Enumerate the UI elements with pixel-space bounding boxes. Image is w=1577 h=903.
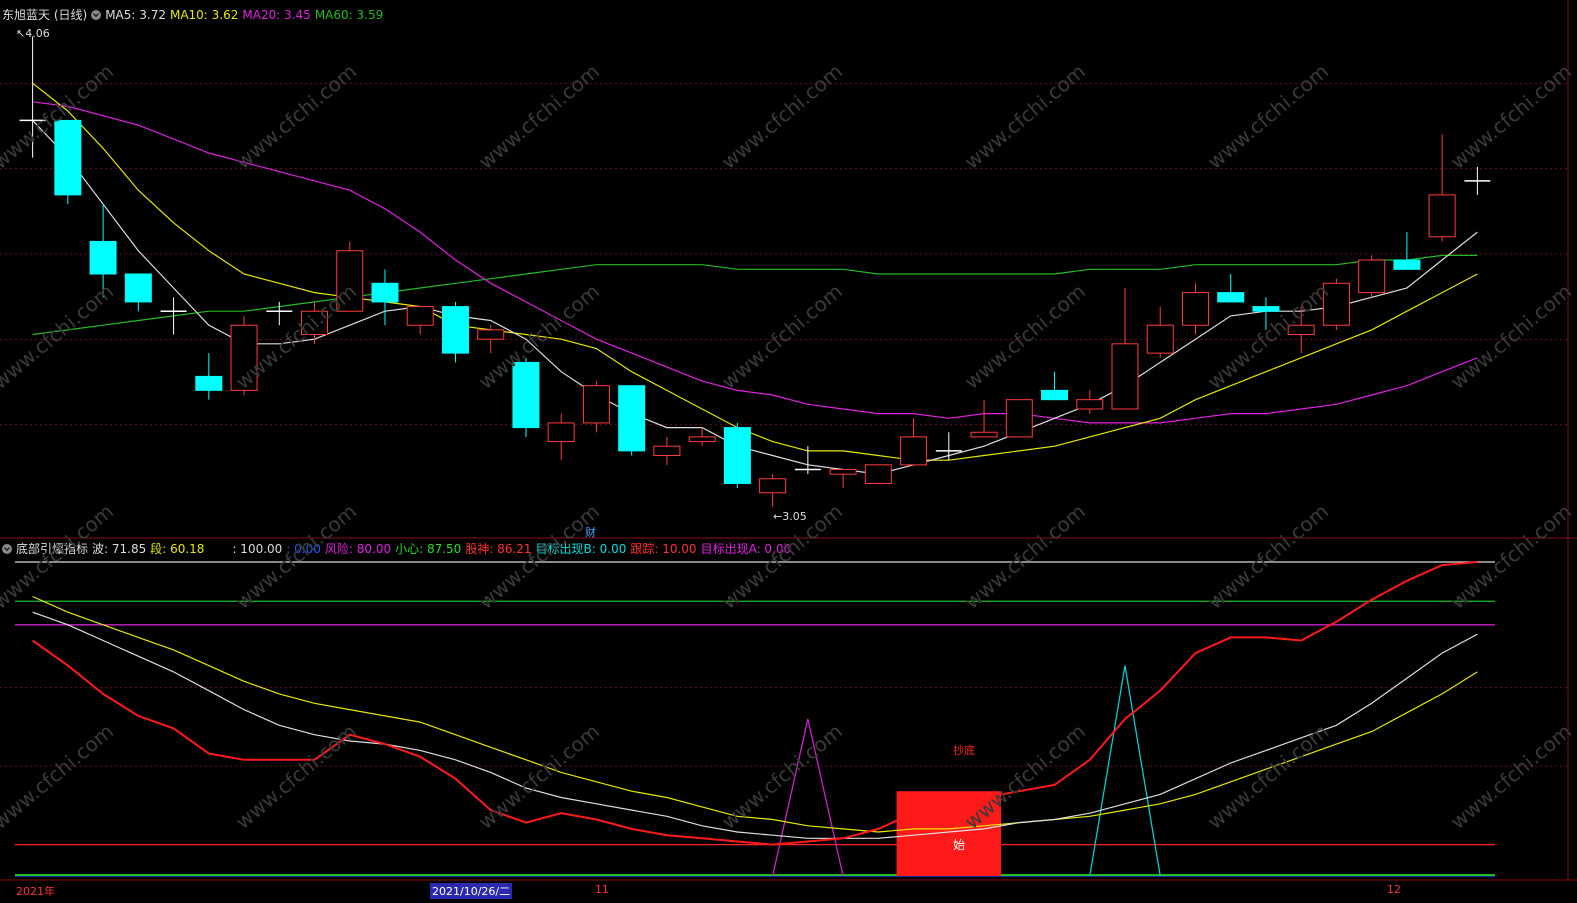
candle-body	[1146, 324, 1174, 354]
candle-body	[653, 445, 681, 457]
candle-body	[1041, 389, 1069, 401]
date-axis-month-12: 12	[1387, 883, 1401, 896]
watermark-text: www.cfchi.com	[474, 499, 604, 614]
watermark-text: www.cfchi.com	[231, 499, 361, 614]
watermark-text: www.cfchi.com	[231, 719, 361, 834]
candle-body	[1076, 399, 1104, 410]
candle-body	[512, 361, 540, 429]
low-price-value: 3.05	[782, 510, 807, 523]
low-price-label: ←3.05	[773, 510, 807, 523]
watermark-text: www.cfchi.com	[0, 279, 118, 394]
candle-body	[1181, 292, 1209, 326]
ma5-line	[32, 119, 1478, 475]
watermark-text: www.cfchi.com	[717, 279, 847, 394]
watermark-text: www.cfchi.com	[0, 499, 118, 614]
watermark-text: www.cfchi.com	[717, 59, 847, 174]
watermark-text: www.cfchi.com	[474, 59, 604, 174]
candle-body	[970, 431, 998, 438]
candle-body	[547, 422, 575, 443]
candle-body	[1252, 306, 1280, 312]
ma60-line	[32, 254, 1478, 336]
watermark-text: www.cfchi.com	[960, 499, 1090, 614]
candle-body	[1393, 259, 1421, 270]
watermark-text: www.cfchi.com	[960, 59, 1090, 174]
candle-body	[1005, 399, 1033, 438]
candle-body	[124, 273, 152, 303]
high-price-value: 4.06	[25, 27, 50, 40]
candle-body	[89, 240, 117, 275]
chaodi-label: 抄底	[953, 744, 975, 757]
candle-body	[406, 306, 434, 326]
candle-body	[1322, 282, 1350, 326]
date-axis-selected-date[interactable]: 2021/10/26/二	[430, 883, 513, 899]
watermark-text: www.cfchi.com	[960, 279, 1090, 394]
candle-body	[759, 478, 787, 494]
watermark-text: www.cfchi.com	[1446, 59, 1576, 174]
candle-body	[371, 282, 399, 303]
candle-body	[900, 436, 928, 466]
shi-label: 始	[953, 838, 966, 852]
watermark-text: www.cfchi.com	[717, 719, 847, 834]
high-price-label: ↖4.06	[16, 27, 50, 40]
candle-body	[1358, 259, 1386, 294]
candle-body	[54, 119, 82, 196]
candle-body	[441, 306, 469, 354]
candle-body	[1217, 292, 1245, 303]
candle-body	[582, 385, 610, 424]
watermark-text: www.cfchi.com	[1446, 279, 1576, 394]
cai-marker[interactable]: 财	[585, 524, 596, 540]
date-axis-year: 2021年	[16, 885, 55, 898]
watermark-text: www.cfchi.com	[1203, 719, 1333, 834]
watermark-text: www.cfchi.com	[0, 719, 118, 834]
candle-body	[1111, 343, 1139, 410]
date-axis-month-11: 11	[595, 883, 609, 896]
candle-body	[829, 468, 857, 475]
watermark-text: www.cfchi.com	[1446, 719, 1576, 834]
watermark-text: www.cfchi.com	[1203, 499, 1333, 614]
watermark-text: www.cfchi.com	[1203, 59, 1333, 174]
candle-body	[477, 329, 505, 340]
watermark-text: www.cfchi.com	[231, 59, 361, 174]
candle-body	[864, 464, 892, 484]
candle-body	[723, 427, 751, 484]
candle-body	[195, 375, 223, 391]
candle-body	[618, 385, 646, 452]
candle-body	[1428, 194, 1456, 238]
chart-canvas[interactable]: www.cfchi.com www.cfchi.com www.cfchi.com w…	[0, 0, 1577, 903]
candle-body	[688, 436, 716, 443]
watermark-text: www.cfchi.com	[1446, 499, 1576, 614]
